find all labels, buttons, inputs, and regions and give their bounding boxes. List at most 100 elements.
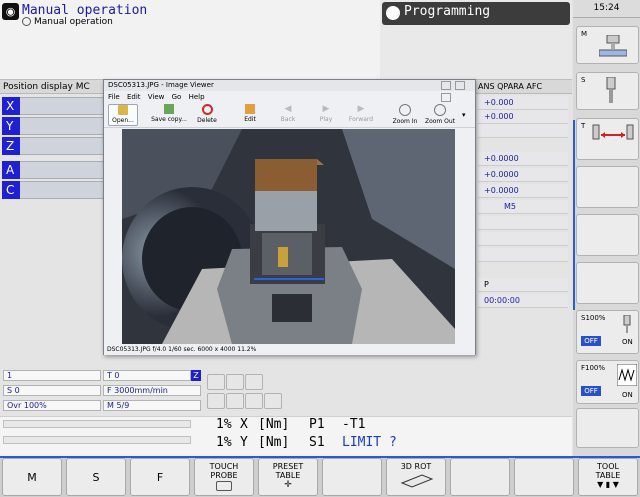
limit-message: LIMIT ?: [342, 435, 397, 450]
pencil-icon: [245, 104, 255, 114]
empty-softkey[interactable]: [322, 458, 382, 496]
empty-softkey[interactable]: [576, 214, 639, 256]
folder-icon: [118, 105, 128, 115]
edit-button[interactable]: Edit: [238, 104, 262, 126]
p-row: P: [478, 278, 568, 292]
back-arrow-icon: ◀: [284, 104, 292, 114]
crosshair-icon: ✛: [284, 480, 292, 490]
axis-tag-a: A: [2, 161, 20, 179]
preset-table-line2: TABLE: [275, 471, 301, 480]
delete-button[interactable]: Delete: [194, 104, 220, 126]
off-indicator: OFF: [581, 336, 601, 346]
load-x-axis: X: [240, 417, 248, 432]
touch-probe-softkey[interactable]: TOUCH PROBE: [194, 458, 254, 496]
menu-file[interactable]: File: [108, 93, 120, 101]
status-button[interactable]: [264, 393, 282, 409]
heidenhain-logo-icon: ◉: [2, 3, 19, 20]
softkey-scroll-indicator: [573, 120, 575, 310]
image-viewer-window[interactable]: DSC05313.JPG - Image Viewer File Edit Vi…: [103, 79, 476, 355]
3d-rot-softkey[interactable]: 3D ROT: [386, 458, 446, 496]
status-button[interactable]: [207, 393, 225, 409]
play-button[interactable]: ▶ Play: [314, 104, 338, 126]
zoom-out-button[interactable]: Zoom Out: [424, 104, 456, 126]
tool-icon-button[interactable]: [207, 374, 225, 390]
m-function-softkey[interactable]: M: [576, 26, 639, 64]
position-display-label: Position display MC: [3, 82, 90, 92]
axis-tag-x: X: [2, 97, 20, 115]
forward-label: Forward: [348, 116, 374, 123]
programming-icon: [386, 6, 400, 20]
transform-tabs-label: ANS QPARA AFC: [478, 82, 543, 91]
spindle-override-softkey[interactable]: S100% OFF ON: [576, 310, 639, 354]
on-label: ON: [622, 391, 633, 399]
m-softkey[interactable]: M: [2, 458, 62, 496]
status-button[interactable]: [226, 393, 244, 409]
t-label: T: [581, 122, 586, 130]
value-row: [478, 248, 568, 262]
time-row: 00:00:00: [478, 294, 568, 308]
menu-view[interactable]: View: [148, 93, 165, 101]
value-row: [478, 232, 568, 246]
empty-softkey[interactable]: [576, 262, 639, 304]
status-button[interactable]: [245, 393, 263, 409]
load-x-unit: [Nm]: [258, 417, 290, 432]
forward-arrow-icon: ▶: [357, 104, 365, 114]
zoom-in-label: Zoom In: [392, 118, 418, 125]
menu-help[interactable]: Help: [189, 93, 205, 101]
z-axis-tag: Z: [191, 370, 201, 381]
menu-go[interactable]: Go: [172, 93, 182, 101]
s1-label: S1: [309, 435, 325, 450]
feed-override-softkey[interactable]: F100% OFF ON: [576, 360, 639, 404]
tool-change-icon: [592, 124, 634, 140]
status-button[interactable]: [226, 374, 244, 390]
empty-softkey[interactable]: [514, 458, 574, 496]
menu-edit[interactable]: Edit: [127, 93, 141, 101]
image-viewer-title: DSC05313.JPG - Image Viewer: [104, 80, 475, 91]
open-button[interactable]: Open...: [108, 104, 138, 126]
forward-button[interactable]: ▶ Forward: [346, 104, 376, 126]
toolbar-overflow-icon[interactable]: ▾: [462, 111, 466, 119]
load-y-axis: Y: [240, 435, 248, 450]
delete-icon: [201, 104, 213, 115]
open-label: Open...: [112, 117, 134, 124]
m-function-row: M5: [478, 200, 568, 214]
load-y-percent: 1%: [216, 435, 232, 450]
tools-icon: ▼ ▮ ▼: [597, 480, 619, 489]
value-row: +0.000: [478, 110, 568, 124]
empty-softkey[interactable]: [576, 408, 639, 448]
f100-label: F100%: [581, 364, 606, 372]
status-button[interactable]: [245, 374, 263, 390]
image-viewer-toolbar: Open... Save copy... Delete Edit ◀ Back …: [104, 102, 475, 128]
mode-title: Manual operation: [22, 3, 148, 18]
f-softkey[interactable]: F: [130, 458, 190, 496]
machine-vise-photo: [122, 129, 455, 344]
delete-label: Delete: [197, 117, 217, 124]
spindle-small-icon: [623, 315, 631, 333]
empty-softkey[interactable]: [450, 458, 510, 496]
spindle-icon: [606, 77, 616, 103]
photo: [122, 129, 455, 344]
value-row: [478, 216, 568, 230]
zoom-in-button[interactable]: Zoom In: [390, 104, 420, 126]
load-bar-y: [3, 436, 191, 444]
minimize-icon[interactable]: [441, 81, 451, 90]
off-indicator: OFF: [581, 386, 601, 396]
window-controls[interactable]: [441, 81, 471, 102]
value-row: +0.0000: [478, 184, 568, 198]
clock: 15:24: [573, 0, 640, 18]
tool-table-softkey[interactable]: TOOL TABLE ▼ ▮ ▼: [578, 458, 638, 496]
t-function-softkey[interactable]: T: [576, 118, 639, 160]
value-row: +0.0000: [478, 152, 568, 166]
maximize-icon[interactable]: [454, 81, 465, 90]
s-function-softkey[interactable]: S: [576, 72, 639, 110]
save-copy-label: Save copy...: [151, 116, 187, 123]
axis-tag-c: C: [2, 181, 20, 199]
m-label: M: [581, 30, 588, 38]
empty-softkey[interactable]: [576, 166, 639, 208]
preset-table-softkey[interactable]: PRESET TABLE ✛: [258, 458, 318, 496]
back-button[interactable]: ◀ Back: [276, 104, 300, 126]
save-copy-button[interactable]: Save copy...: [148, 104, 190, 126]
image-viewer-statusbar: DSC05313.JPG f/4.0 1/60 sec. 6000 x 4000…: [104, 345, 475, 355]
axis-tag-z: Z: [2, 137, 20, 155]
s-softkey[interactable]: S: [66, 458, 126, 496]
